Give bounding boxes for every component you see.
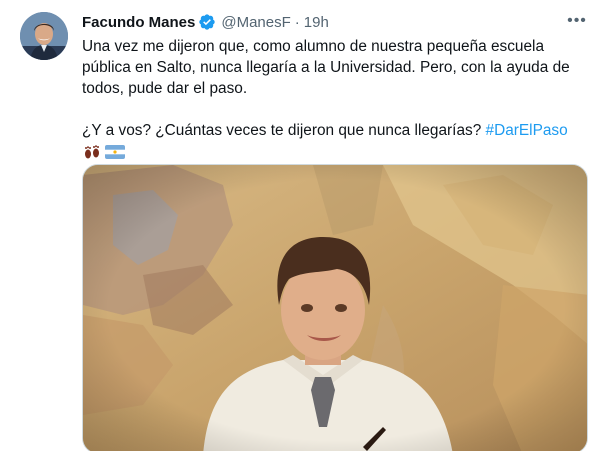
tweet-text: Una vez me dijeron que, como alumno de n… (82, 36, 592, 162)
more-options-button[interactable]: ••• (566, 10, 588, 32)
photo-image (83, 165, 587, 451)
tweet-question: ¿Y a vos? ¿Cuántas veces te dijeron que … (82, 120, 592, 141)
question-text: ¿Y a vos? ¿Cuántas veces te dijeron que … (82, 122, 486, 139)
timestamp[interactable]: 19h (304, 14, 329, 31)
more-horizontal-icon: ••• (567, 12, 587, 29)
flag-argentina-icon (105, 144, 125, 160)
tweet-text-line: Una vez me dijeron que, como alumno de n… (82, 38, 545, 55)
emoji-row (82, 142, 592, 162)
author-name[interactable]: Facundo Manes (82, 14, 195, 31)
tweet-text-line: pública en Salto, nunca llegaría a la Un… (82, 59, 570, 76)
avatar[interactable] (20, 12, 68, 60)
hashtag-link[interactable]: #DarElPaso (486, 122, 568, 139)
author-handle[interactable]: @ManesF (221, 14, 290, 31)
tweet-text-line: todos, pude dar el paso. (82, 80, 248, 97)
verified-badge-icon (198, 13, 216, 31)
tweet-header: Facundo Manes @ManesF · 19h (82, 12, 329, 32)
separator-dot: · (294, 13, 300, 31)
tweet-photo[interactable] (82, 164, 588, 451)
avatar-photo (20, 12, 68, 60)
footprints-icon (82, 144, 102, 160)
tweet: Facundo Manes @ManesF · 19h ••• Una vez … (0, 0, 612, 451)
